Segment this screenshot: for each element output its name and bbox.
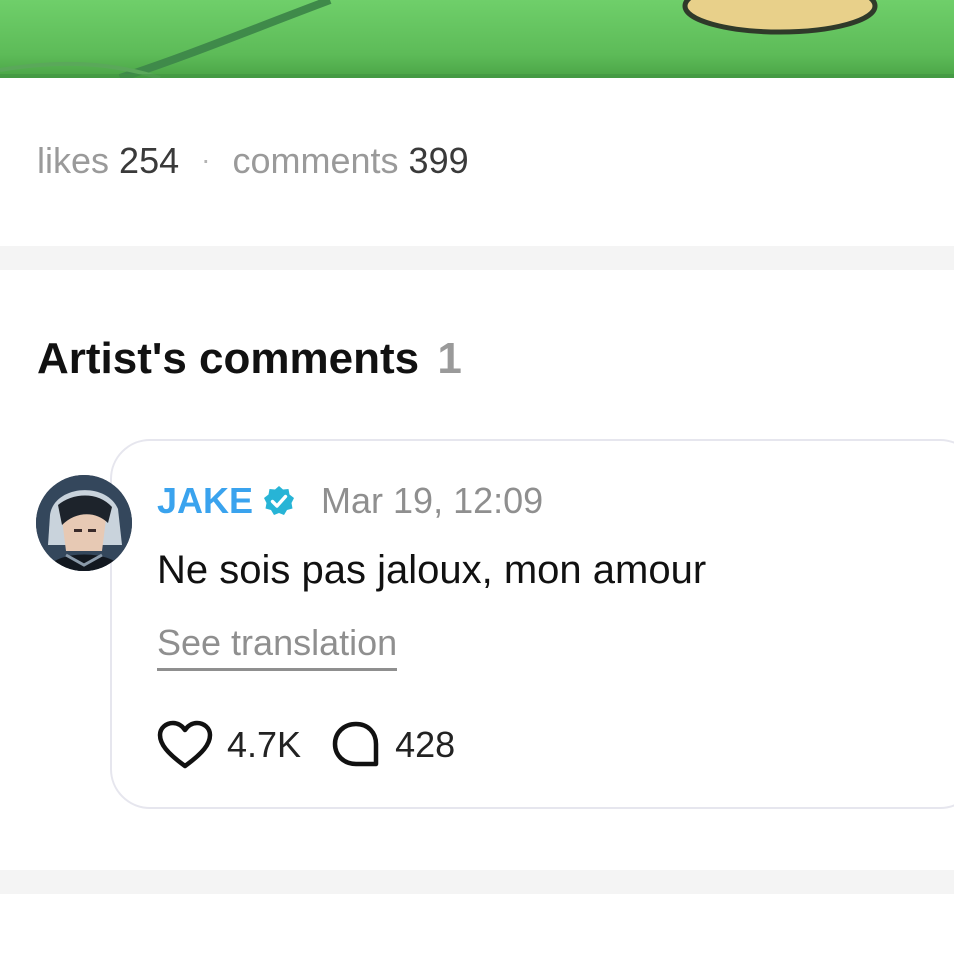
reply-button[interactable]: 428 <box>331 720 455 770</box>
comment-header: JAKE Mar 19, 12:09 <box>157 480 543 522</box>
see-translation-link[interactable]: See translation <box>157 622 398 671</box>
avatar-image <box>36 475 132 571</box>
like-button[interactable]: 4.7K <box>157 720 301 770</box>
reply-count: 428 <box>395 724 456 765</box>
like-count: 4.7K <box>227 724 302 765</box>
comment-actions: 4.7K 428 <box>157 720 455 770</box>
chat-bubble-outline-icon <box>332 721 379 767</box>
likes-label: likes <box>37 140 110 181</box>
post-image[interactable] <box>0 0 954 78</box>
post-image-illustration <box>0 0 954 78</box>
avatar[interactable] <box>36 475 132 571</box>
verified-badge-icon <box>263 485 295 517</box>
post-detail-page: likes 254 · comments 399 Artist's commen… <box>0 0 954 954</box>
likes-count: 254 <box>119 140 180 181</box>
comment-timestamp: Mar 19, 12:09 <box>321 480 544 521</box>
heart-outline-icon <box>157 720 213 769</box>
artist-comments-title: Artist's comments <box>37 334 420 383</box>
stats-separator: · <box>201 144 211 175</box>
post-stats: likes 254 · comments 399 <box>37 140 469 182</box>
comment-author[interactable]: JAKE <box>157 480 253 522</box>
section-divider <box>0 246 954 270</box>
artist-comments-heading: Artist's comments 1 <box>37 334 462 384</box>
section-divider <box>0 870 954 894</box>
comments-count[interactable]: 399 <box>409 140 469 181</box>
comment-body: Ne sois pas jaloux, mon amour <box>157 548 707 592</box>
artist-comments-count: 1 <box>437 334 462 383</box>
comments-label[interactable]: comments <box>232 140 398 181</box>
